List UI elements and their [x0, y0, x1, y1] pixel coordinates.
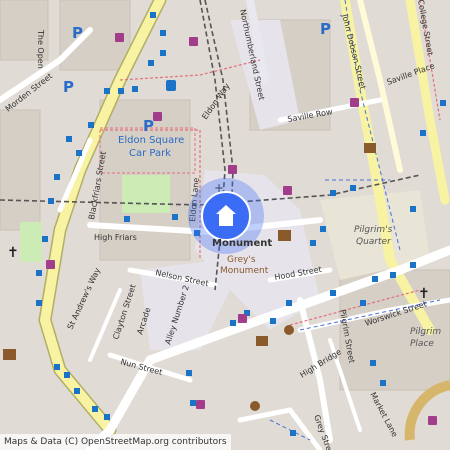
map-attribution[interactable]: Maps & Data (C) OpenStreetMap.org contri… — [0, 434, 231, 450]
street-high-friars: High Friars — [94, 233, 137, 242]
place-pilgrims-1: Pilgrim's — [354, 225, 393, 235]
street-market-lane: Market Lane — [368, 391, 399, 439]
bus-icon — [166, 80, 176, 91]
place-greys-2: Monument — [220, 266, 269, 276]
place-eldon-square-2: Car Park — [129, 148, 171, 159]
place-pilgrim-place-2: Place — [410, 339, 434, 349]
map-canvas: The Open Morden Street Blackfriars Stree… — [0, 0, 450, 450]
svg-text:P: P — [63, 78, 74, 96]
place-monument: Monument — [212, 238, 272, 249]
place-greys-1: Grey's — [227, 255, 256, 265]
street-the-open: The Open — [36, 29, 45, 69]
street-st-andrews: St Andrew's Way — [66, 266, 103, 331]
place-eldon-square-1: Eldon Square — [118, 135, 184, 146]
svg-text:P: P — [72, 24, 83, 42]
svg-text:P: P — [143, 117, 154, 135]
place-pilgrims-2: Quarter — [356, 237, 392, 247]
svg-text:✝: ✝ — [418, 286, 430, 302]
svg-text:P: P — [320, 20, 331, 38]
library-icon — [364, 143, 376, 153]
svg-text:✝: ✝ — [7, 245, 19, 261]
map-view[interactable]: The Open Morden Street Blackfriars Stree… — [0, 0, 450, 450]
rail-curve — [404, 380, 450, 441]
street-clayton: Clayton Street — [111, 283, 137, 340]
place-pilgrim-place-1: Pilgrim — [410, 327, 441, 337]
